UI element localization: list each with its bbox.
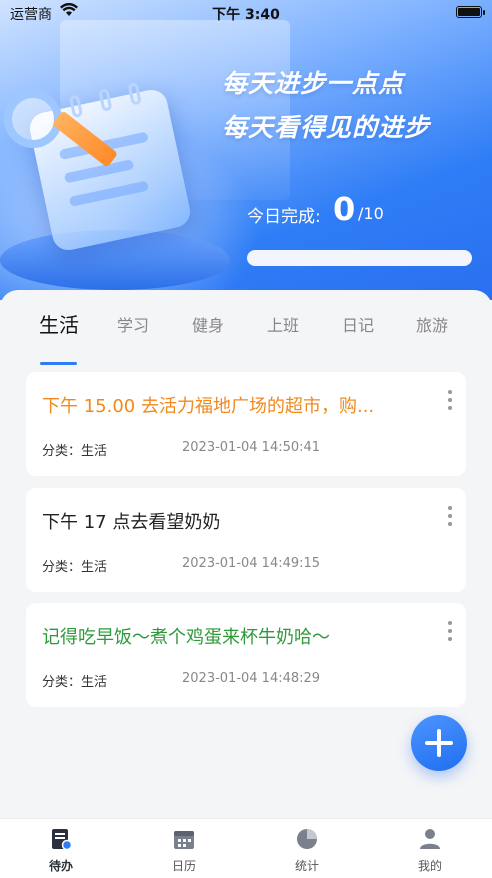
task-timestamp: 2023-01-04 14:50:41 — [182, 440, 321, 455]
tab-fitness[interactable]: 健身 — [192, 312, 224, 336]
done-label: 今日完成: — [247, 207, 321, 227]
task-category: 分类：生活 — [42, 444, 108, 459]
more-options-icon[interactable] — [446, 390, 454, 414]
add-task-button[interactable] — [411, 715, 467, 771]
tab-work[interactable]: 上班 — [267, 312, 299, 336]
done-count: 0 — [333, 190, 356, 228]
nav-todo-label: 待办 — [48, 859, 73, 873]
todo-icon — [49, 827, 73, 851]
daily-progress-bar — [247, 250, 472, 266]
more-options-icon[interactable] — [446, 621, 454, 645]
tab-life[interactable]: 生活 — [39, 309, 79, 338]
clock: 下午 3:40 — [212, 7, 280, 23]
task-card[interactable]: 下午 17 点去看望奶奶 分类：生活 2023-01-04 14:49:15 — [26, 488, 466, 592]
nav-calendar[interactable]: 日历 — [134, 827, 234, 874]
task-title: 下午 15.00 去活力福地广场的超市，购... — [42, 396, 375, 417]
status-bar: 运营商 下午 3:40 — [0, 0, 492, 26]
hero-banner: 每天进步一点点 每天看得见的进步 今日完成: 0 /10 — [0, 0, 492, 300]
slogan-line-1: 每天进步一点点 — [222, 69, 405, 98]
nav-calendar-label: 日历 — [171, 859, 196, 873]
pie-chart-icon — [295, 827, 319, 851]
calendar-icon — [172, 827, 196, 851]
tab-study[interactable]: 学习 — [117, 312, 149, 336]
nav-stats[interactable]: 统计 — [257, 827, 357, 874]
task-card[interactable]: 下午 15.00 去活力福地广场的超市，购... 分类：生活 2023-01-0… — [26, 372, 466, 476]
nav-profile-label: 我的 — [417, 859, 442, 873]
tab-diary[interactable]: 日记 — [342, 312, 374, 336]
task-category: 分类：生活 — [42, 560, 108, 575]
active-tab-indicator — [40, 362, 77, 365]
slogan-line-2: 每天看得见的进步 — [222, 113, 431, 142]
task-timestamp: 2023-01-04 14:48:29 — [182, 671, 321, 686]
nav-todo[interactable]: 待办 — [11, 827, 111, 874]
done-total: /10 — [358, 204, 384, 223]
nav-stats-label: 统计 — [294, 859, 319, 873]
battery-icon — [456, 6, 485, 18]
task-timestamp: 2023-01-04 14:49:15 — [182, 556, 321, 571]
user-icon — [418, 827, 442, 851]
nav-profile[interactable]: 我的 — [380, 827, 480, 874]
tab-travel[interactable]: 旅游 — [416, 312, 448, 336]
calendar-illustration — [0, 80, 230, 290]
task-category: 分类：生活 — [42, 675, 108, 690]
task-title: 记得吃早饭～煮个鸡蛋来杯牛奶哈～ — [42, 627, 330, 648]
task-title: 下午 17 点去看望奶奶 — [42, 512, 221, 533]
magnifier-icon — [4, 90, 62, 148]
task-card[interactable]: 记得吃早饭～煮个鸡蛋来杯牛奶哈～ 分类：生活 2023-01-04 14:48:… — [26, 603, 466, 707]
more-options-icon[interactable] — [446, 506, 454, 530]
category-tabs: 生活 学习 健身 上班 日记 旅游 — [0, 309, 492, 365]
bottom-nav: 待办 日历 统计 我的 — [0, 818, 492, 878]
